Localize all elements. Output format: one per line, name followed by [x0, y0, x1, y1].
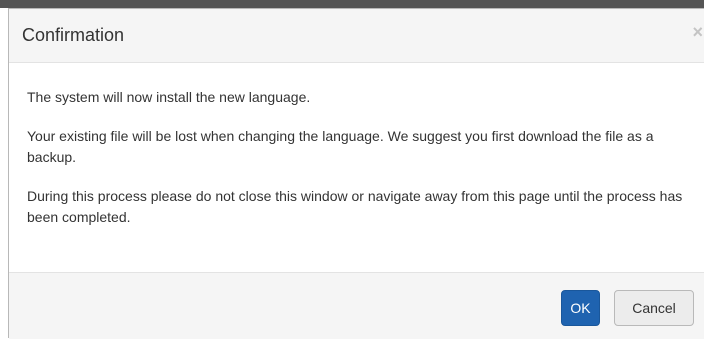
overlay-strip [0, 0, 704, 8]
dialog-footer: OK Cancel [9, 272, 704, 339]
dialog-title: Confirmation [22, 25, 125, 45]
body-paragraph-warning: Your existing file will be lost when cha… [27, 128, 654, 165]
body-paragraph-process: During this process please do not close … [27, 188, 683, 225]
ok-button[interactable]: OK [561, 290, 600, 326]
close-icon[interactable]: × [692, 23, 703, 41]
cancel-button[interactable]: Cancel [614, 290, 694, 326]
confirmation-dialog: Confirmation × The system will now insta… [8, 8, 704, 339]
dialog-body: The system will now install the new lang… [9, 63, 704, 272]
dialog-header: Confirmation × [9, 9, 704, 63]
body-paragraph-install: The system will now install the new lang… [27, 89, 311, 105]
